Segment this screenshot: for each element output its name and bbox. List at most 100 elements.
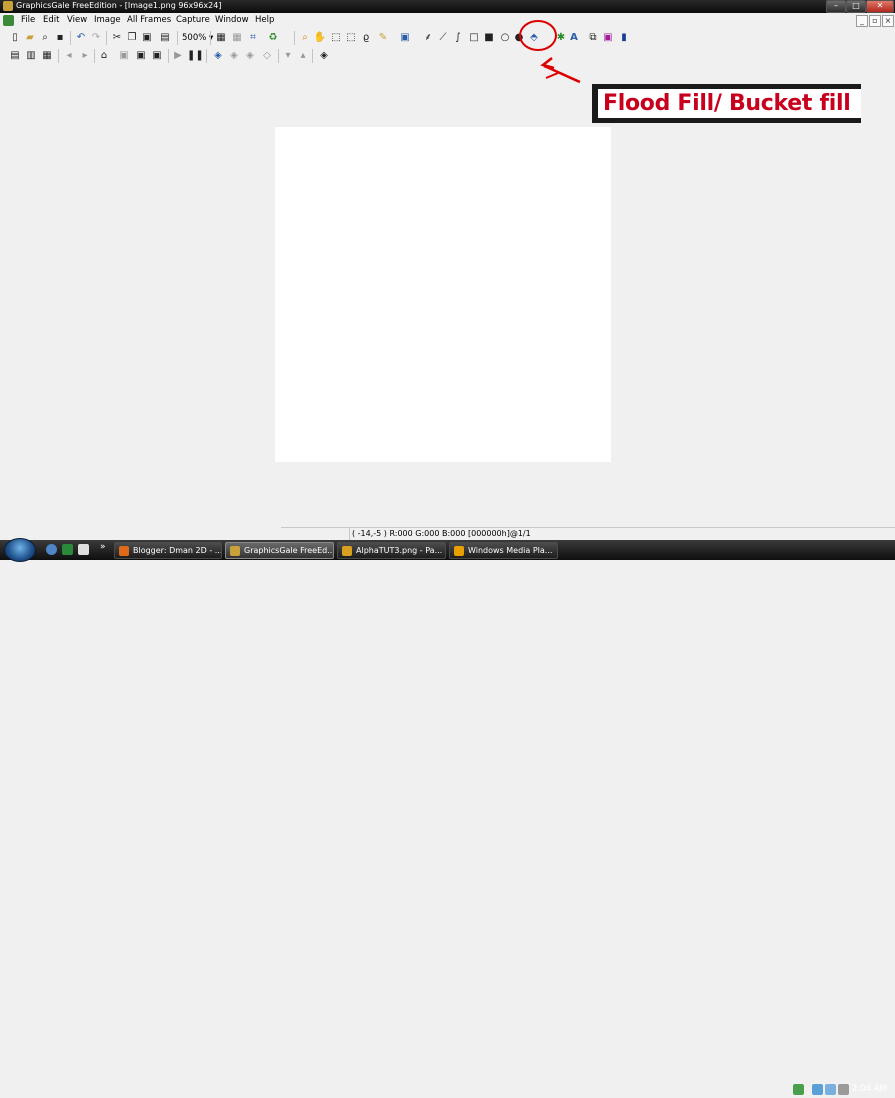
next-frame-icon[interactable]: ▸ <box>78 49 92 63</box>
menu-capture[interactable]: Capture <box>176 15 210 25</box>
frame-list-icon[interactable]: ▤ <box>8 49 22 63</box>
zoom-dropdown[interactable]: 500% ▾ <box>182 31 213 45</box>
menu-window[interactable]: Window <box>215 15 249 25</box>
menu-bar: File Edit View Image All Frames Capture … <box>0 13 895 30</box>
annotation-arrow <box>540 57 581 84</box>
paint-icon <box>342 545 352 556</box>
prev-frame-icon[interactable]: ◂ <box>62 49 76 63</box>
paste-icon[interactable]: ▣ <box>140 31 154 45</box>
rect-select-icon[interactable]: ⬚ <box>329 31 343 45</box>
status-cursor-info: ( -14,-5 ) R:000 G:000 B:000 [000000h]@1… <box>352 529 531 538</box>
window-titlebar: GraphicsGale FreeEdition - [Image1.png 9… <box>0 0 895 13</box>
layer-hide-icon[interactable]: ◈ <box>243 49 257 63</box>
clock[interactable]: 2:04 AM <box>852 1084 887 1094</box>
callout-label: Flood Fill/ Bucket fill <box>603 91 851 116</box>
menu-image[interactable]: Image <box>94 15 121 25</box>
excel-icon[interactable] <box>62 544 73 555</box>
frame-toolbar: ▤ ▥ ▦ ◂ ▸ ⌂ ▣ ▣ ▣ ▶ ❚❚ ◈ ◈ ◈ ◇ ▾ ▴ ◈ <box>0 47 895 65</box>
ellipse-icon[interactable]: ○ <box>498 31 512 45</box>
recycle-icon[interactable]: ♻ <box>266 31 280 45</box>
hand-icon[interactable]: ✋ <box>313 31 327 45</box>
line-icon[interactable]: ⟋ <box>436 31 450 45</box>
layer-lock-icon[interactable]: ◇ <box>260 49 274 63</box>
window-title: GraphicsGale FreeEdition - [Image1.png 9… <box>16 1 222 10</box>
filled-rectangle-icon[interactable]: ■ <box>482 31 496 45</box>
magic-wand-icon[interactable]: ϱ <box>359 31 373 45</box>
taskbar-button-paint[interactable]: AlphaTUT3.png - Pa... <box>337 542 446 559</box>
media-player-icon <box>454 545 464 556</box>
paste-new-icon[interactable]: ▤ <box>158 31 172 45</box>
rectangle-icon[interactable]: □ <box>467 31 481 45</box>
redo-icon[interactable]: ↷ <box>89 31 103 45</box>
window-maximize-button[interactable]: □ <box>846 0 866 13</box>
delete-layer-icon[interactable]: ◈ <box>227 49 241 63</box>
tray-icon-1[interactable] <box>793 1084 804 1095</box>
pencil-icon[interactable]: ✎ <box>376 31 390 45</box>
dot-grid-icon[interactable]: ▦ <box>230 31 244 45</box>
status-bar: ( -14,-5 ) R:000 G:000 B:000 [000000h]@1… <box>281 527 895 541</box>
cut-icon[interactable]: ✂ <box>110 31 124 45</box>
menu-view[interactable]: View <box>67 15 87 25</box>
copy-icon[interactable]: ❐ <box>125 31 139 45</box>
document-icon[interactable] <box>3 15 14 26</box>
menu-edit[interactable]: Edit <box>43 15 59 25</box>
lasso-icon[interactable]: ⬚ <box>344 31 358 45</box>
status-pane-empty <box>281 528 350 540</box>
taskbar-button-blogger[interactable]: Blogger: Dman 2D - ... <box>114 542 222 559</box>
spray-icon[interactable]: ⸙ <box>421 31 435 45</box>
taskbar-button-graphicsgale[interactable]: GraphicsGale FreeEd... <box>225 542 334 559</box>
text-icon[interactable]: A <box>567 31 581 45</box>
new-file-icon[interactable]: ▯ <box>8 31 22 45</box>
frame-props-icon[interactable]: ▥ <box>24 49 38 63</box>
color-select-icon[interactable]: ▣ <box>398 31 412 45</box>
system-tray: 2:04 AM <box>790 1082 895 1098</box>
curve-icon[interactable]: ∫ <box>451 31 465 45</box>
main-toolbar: ▯ ▰ ⌕ ▪ ↶ ↷ ✂ ❐ ▣ ▤ 500% ▾ ▦ ▦ ⌗ ♻ ⌕ ✋ ⬚… <box>0 29 895 47</box>
undo-icon[interactable]: ↶ <box>74 31 88 45</box>
volume-icon[interactable] <box>838 1084 849 1095</box>
menu-file[interactable]: File <box>21 15 35 25</box>
image-canvas[interactable] <box>275 127 611 462</box>
menu-all-frames[interactable]: All Frames <box>127 15 171 25</box>
home-icon[interactable]: ⌂ <box>97 49 111 63</box>
highlight-circle <box>519 20 557 51</box>
open-folder-icon[interactable]: ▰ <box>23 31 37 45</box>
window-close-button[interactable]: ✕ <box>866 0 894 13</box>
crop-icon[interactable]: ⌗ <box>246 31 260 45</box>
mdi-restore-button[interactable]: ▫ <box>869 15 881 27</box>
layer-merge-icon[interactable]: ▣ <box>150 49 164 63</box>
play-icon[interactable]: ▶ <box>171 49 185 63</box>
start-button[interactable] <box>4 538 36 562</box>
move-down-icon[interactable]: ▴ <box>296 49 310 63</box>
move-up-icon[interactable]: ▾ <box>281 49 295 63</box>
frame-delay-icon[interactable]: ▦ <box>40 49 54 63</box>
tray-icon-2[interactable] <box>812 1084 823 1095</box>
network-icon[interactable] <box>825 1084 836 1095</box>
save-icon[interactable]: ▪ <box>53 31 67 45</box>
firefox-icon <box>119 545 129 556</box>
mdi-minimize-button[interactable]: _ <box>856 15 868 27</box>
layer-props-icon[interactable]: ◈ <box>317 49 331 63</box>
graphicsgale-icon <box>230 545 240 556</box>
app-icon <box>3 1 13 11</box>
menu-help[interactable]: Help <box>255 15 274 25</box>
window-minimize-button[interactable]: – <box>826 0 846 13</box>
layer-icon[interactable]: ▣ <box>134 49 148 63</box>
taskbar-button-media-player[interactable]: Windows Media Pla... <box>449 542 558 559</box>
copy-frame-icon[interactable]: ⧉ <box>586 31 600 45</box>
add-layer-icon[interactable]: ◈ <box>211 49 225 63</box>
quicklaunch-more-button[interactable]: » <box>100 542 106 552</box>
app-quicklaunch-icon[interactable] <box>78 544 89 555</box>
brush-icon[interactable]: ▮ <box>617 31 631 45</box>
taskbar: » Blogger: Dman 2D - ... GraphicsGale Fr… <box>0 540 895 1095</box>
show-desktop-icon[interactable] <box>46 544 57 555</box>
pause-icon[interactable]: ❚❚ <box>187 49 204 63</box>
onion-icon[interactable]: ▣ <box>117 49 131 63</box>
magnifier-icon[interactable]: ⌕ <box>298 31 312 45</box>
frame-icon[interactable]: ▣ <box>601 31 615 45</box>
zoom-value: 500% <box>182 33 207 43</box>
grid-icon[interactable]: ▦ <box>214 31 228 45</box>
preview-icon[interactable]: ⌕ <box>38 31 52 45</box>
callout-box: Flood Fill/ Bucket fill <box>592 84 861 123</box>
mdi-close-button[interactable]: × <box>882 15 894 27</box>
